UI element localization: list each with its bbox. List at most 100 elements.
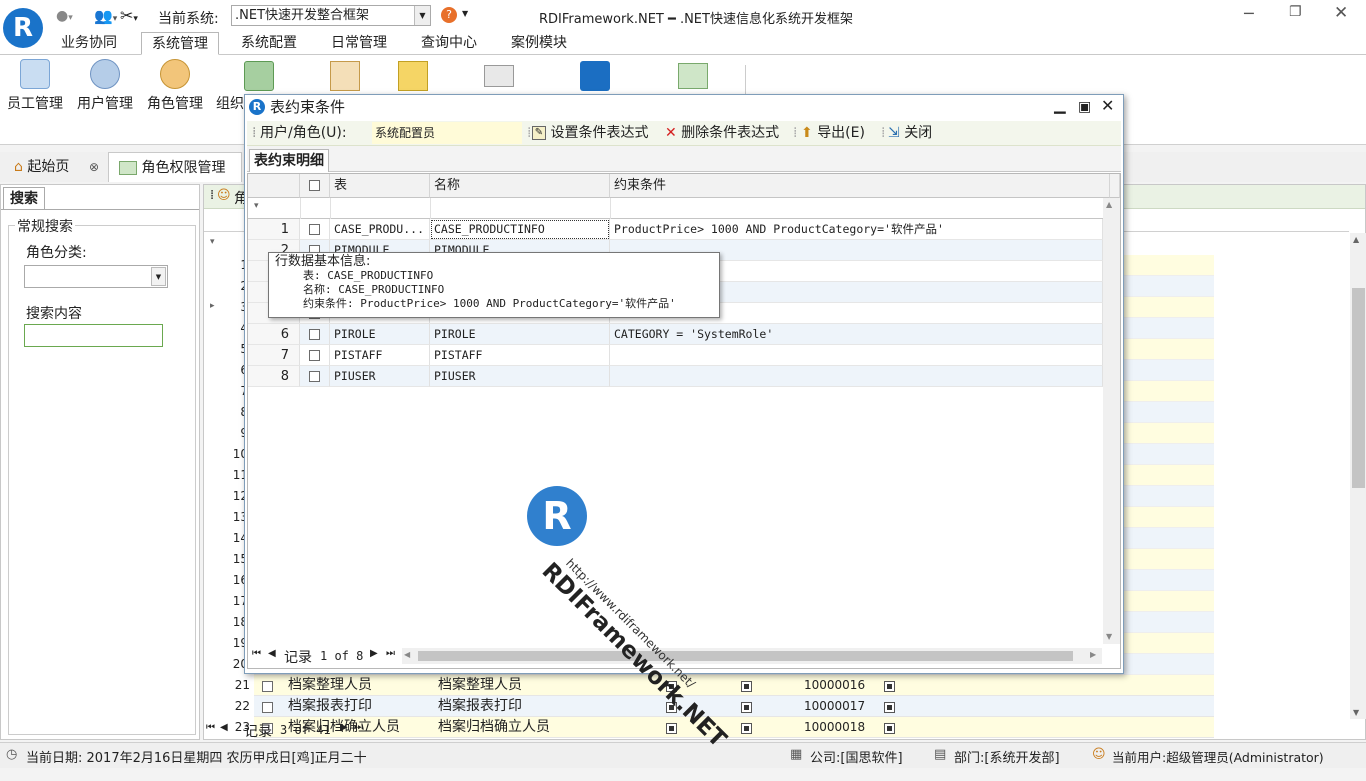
- header-select-all[interactable]: [300, 174, 330, 198]
- row-flag-c[interactable]: [884, 721, 895, 736]
- header-constraint[interactable]: 约束条件: [610, 174, 1110, 198]
- scroll-left-icon[interactable]: ◀: [404, 650, 410, 659]
- table-row[interactable]: [254, 696, 1214, 717]
- row-flag-a[interactable]: [666, 700, 677, 715]
- row-flag-c[interactable]: [884, 679, 895, 694]
- tab-business[interactable]: 业务协同: [51, 32, 127, 55]
- user-button[interactable]: 用户管理: [76, 59, 134, 113]
- scroll-down-icon[interactable]: ▼: [1106, 632, 1112, 641]
- role-button[interactable]: 角色管理: [146, 59, 204, 113]
- cell-table[interactable]: PISTAFF: [330, 345, 430, 366]
- chevron-down-icon[interactable]: ▼: [151, 267, 166, 286]
- dialog-vscroll[interactable]: ▲ ▼: [1103, 198, 1120, 644]
- row-checkbox[interactable]: [262, 679, 273, 694]
- windows-icon[interactable]: [484, 65, 514, 87]
- close-tab-icon[interactable]: ⊗: [89, 152, 99, 182]
- cell-table[interactable]: CASE_PRODU...: [330, 219, 430, 240]
- cell-name[interactable]: PIUSER: [430, 366, 610, 387]
- restore-icon[interactable]: ❐: [1289, 4, 1302, 20]
- search-input[interactable]: [24, 324, 163, 347]
- tab-system-config[interactable]: 系统配置: [231, 32, 307, 55]
- export-button[interactable]: ⬆ 导出(E): [801, 121, 865, 146]
- row-flag-c[interactable]: [884, 700, 895, 715]
- scroll-down-icon[interactable]: ▼: [1353, 708, 1359, 717]
- current-system-select[interactable]: .NET快速开发整合框架 ▼: [231, 5, 431, 26]
- drupal-icon[interactable]: [580, 61, 610, 91]
- org-button[interactable]: 组织: [216, 59, 246, 113]
- prev-record-icon[interactable]: ◀: [268, 648, 276, 659]
- tab-start-page[interactable]: ⌂ 起始页: [14, 152, 69, 182]
- cell-constraint[interactable]: [610, 366, 1103, 387]
- cell-table[interactable]: PIUSER: [330, 366, 430, 387]
- cell-table[interactable]: PIROLE: [330, 324, 430, 345]
- filter-icon[interactable]: ▾: [210, 237, 215, 247]
- row-checkbox[interactable]: [262, 700, 273, 715]
- help-icon[interactable]: ?: [441, 7, 457, 23]
- cell-name[interactable]: CASE_PRODUCTINFO: [430, 219, 610, 240]
- del-expr-button[interactable]: ✕ 删除条件表达式: [665, 121, 779, 146]
- table-row[interactable]: 6 PIROLE PIROLE CATEGORY = 'SystemRole': [248, 324, 1103, 345]
- first-record-icon[interactable]: ⏮: [206, 722, 215, 733]
- tab-cases[interactable]: 案例模块: [501, 32, 577, 55]
- user-role-input[interactable]: 系统配置员: [372, 122, 522, 144]
- checkbox-icon[interactable]: [309, 350, 320, 361]
- tab-daily[interactable]: 日常管理: [321, 32, 397, 55]
- first-record-icon[interactable]: ⏮: [252, 648, 261, 659]
- next-record-icon[interactable]: ▶: [370, 648, 378, 659]
- tools-icon[interactable]: ✂▾: [120, 6, 138, 25]
- close-button[interactable]: ⇲ 关闭: [888, 121, 932, 146]
- search-tab[interactable]: 搜索: [3, 187, 45, 209]
- maximize-icon[interactable]: ▣: [1078, 95, 1091, 119]
- dialog-hscroll[interactable]: ◀ ▶: [402, 648, 1102, 664]
- close-window-icon[interactable]: ✕: [1334, 3, 1348, 23]
- row-checkbox[interactable]: [300, 345, 330, 366]
- header-table[interactable]: 表: [330, 174, 430, 198]
- cell-name[interactable]: PISTAFF: [430, 345, 610, 366]
- chevron-down-icon[interactable]: ▼: [414, 6, 430, 25]
- users-icon[interactable]: 👥▾: [94, 7, 117, 25]
- row-flag-a[interactable]: [666, 679, 677, 694]
- dialog-hscroll-thumb[interactable]: [418, 651, 1073, 661]
- prev-record-icon[interactable]: ◀: [220, 722, 228, 733]
- cell-constraint[interactable]: [610, 345, 1103, 366]
- row-checkbox[interactable]: [300, 366, 330, 387]
- scroll-right-icon[interactable]: ▶: [1090, 650, 1096, 659]
- scroll-up-icon[interactable]: ▲: [1353, 235, 1359, 244]
- help-dropdown-icon[interactable]: ▼: [462, 9, 468, 18]
- table-row[interactable]: ▸1CASE_PRODU...CASE_PRODUCTINFOProductPr…: [248, 219, 1103, 240]
- row-flag-b[interactable]: [741, 721, 752, 736]
- header-name[interactable]: 名称: [430, 174, 610, 198]
- checkbox-icon[interactable]: [309, 180, 320, 191]
- tab-role-permission[interactable]: 角色权限管理: [108, 152, 242, 182]
- cell-name[interactable]: PIROLE: [430, 324, 610, 345]
- tab-constraint-detail[interactable]: 表约束明细: [249, 149, 329, 172]
- row-checkbox[interactable]: [300, 219, 330, 240]
- role-category-select[interactable]: ▼: [24, 265, 168, 288]
- set-expr-button[interactable]: ✎ 设置条件表达式: [532, 121, 648, 146]
- circle-icon[interactable]: ●▾: [56, 8, 73, 24]
- last-record-icon[interactable]: ⏭: [386, 648, 395, 659]
- checkbox-icon[interactable]: [309, 371, 320, 382]
- export-icon[interactable]: [678, 63, 708, 89]
- row-flag-a[interactable]: [666, 721, 677, 736]
- filter-icon[interactable]: ▾: [254, 201, 259, 211]
- staff-button[interactable]: 员工管理: [6, 59, 64, 113]
- card-icon[interactable]: [330, 61, 360, 91]
- last-record-icon[interactable]: ⏭: [354, 722, 363, 733]
- org-tree-icon[interactable]: [244, 61, 274, 91]
- checkbox-icon[interactable]: [309, 329, 320, 340]
- minimize-icon[interactable]: ─: [1244, 4, 1254, 23]
- table-row[interactable]: [254, 675, 1214, 696]
- package-icon[interactable]: [398, 61, 428, 91]
- minimize-icon[interactable]: ▁: [1054, 93, 1066, 117]
- cell-constraint[interactable]: CATEGORY = 'SystemRole': [610, 324, 1103, 345]
- cell-constraint[interactable]: ProductPrice> 1000 AND ProductCategory='…: [610, 219, 1103, 240]
- row-flag-b[interactable]: [741, 679, 752, 694]
- table-row[interactable]: 7 PISTAFF PISTAFF: [248, 345, 1103, 366]
- next-record-icon[interactable]: ▶: [340, 722, 348, 733]
- row-checkbox[interactable]: [300, 324, 330, 345]
- filter-row[interactable]: ▾: [248, 198, 1103, 219]
- table-row[interactable]: 8 PIUSER PIUSER: [248, 366, 1103, 387]
- close-icon[interactable]: ✕: [1101, 94, 1114, 118]
- tab-query[interactable]: 查询中心: [411, 32, 487, 55]
